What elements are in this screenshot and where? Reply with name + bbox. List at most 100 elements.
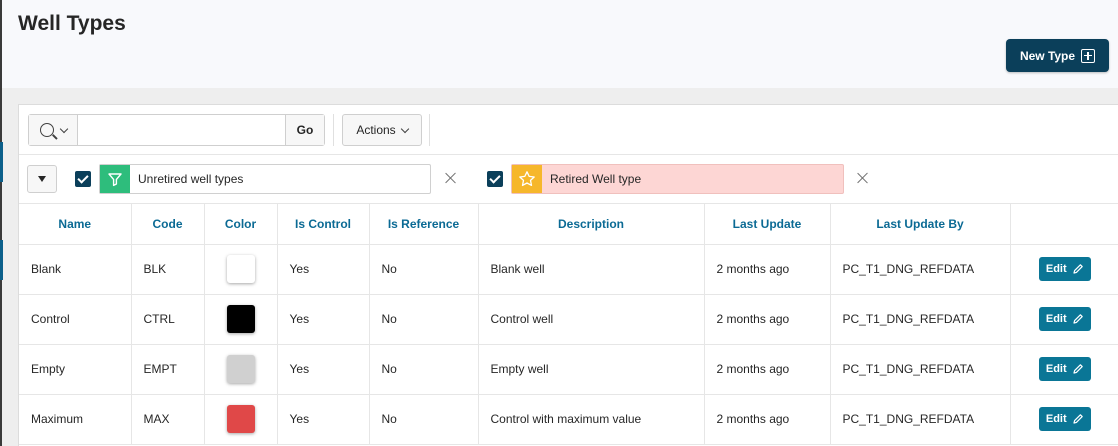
page-header: Well Types New Type (2, 0, 1118, 88)
cell-actions: Edit (1010, 244, 1118, 295)
cell-name: Control (19, 294, 132, 345)
collapse-filters-button[interactable] (27, 165, 57, 193)
close-icon[interactable] (444, 171, 458, 185)
search-column-selector[interactable] (29, 115, 78, 145)
column-header-description[interactable]: Description (478, 204, 705, 245)
cell-is-control: Yes (277, 244, 370, 295)
cell-color (204, 394, 278, 445)
column-header-last-update-by[interactable]: Last Update By (830, 204, 1011, 245)
left-edge-marker (0, 142, 3, 182)
cell-description: Blank well (478, 244, 705, 295)
cell-last-update: 2 months ago (704, 394, 831, 445)
cell-last-update-by: PC_T1_DNG_REFDATA (830, 244, 1011, 295)
report-toolbar: Go Actions (19, 105, 1118, 155)
search-group: Go (28, 114, 325, 146)
page-title: Well Types (18, 12, 126, 35)
column-header-is-control[interactable]: Is Control (277, 204, 370, 245)
left-edge-rule (0, 0, 2, 446)
edit-label: Edit (1045, 313, 1067, 325)
new-type-label: New Type (1019, 48, 1076, 63)
left-edge-marker (0, 240, 3, 280)
column-header-code[interactable]: Code (131, 204, 205, 245)
search-input[interactable] (78, 115, 285, 145)
actions-menu-button[interactable]: Actions (342, 114, 422, 146)
cell-is-control: Yes (277, 394, 370, 445)
cell-description: Empty well (478, 344, 705, 395)
cell-actions: Edit (1010, 294, 1118, 345)
cell-is-reference: No (369, 394, 479, 445)
column-header-color[interactable]: Color (204, 204, 278, 245)
search-icon (39, 123, 54, 137)
edit-button[interactable]: Edit (1038, 257, 1091, 281)
pencil-icon (1073, 414, 1083, 424)
cell-description: Control well (478, 294, 705, 345)
edit-button[interactable]: Edit (1038, 307, 1091, 331)
cell-color (204, 294, 278, 345)
column-header-actions (1010, 204, 1118, 245)
new-type-button[interactable]: New Type (1006, 39, 1109, 72)
cell-last-update-by: PC_T1_DNG_REFDATA (830, 394, 1011, 445)
cell-is-reference: No (369, 344, 479, 395)
color-swatch (226, 255, 255, 283)
cell-last-update-by: PC_T1_DNG_REFDATA (830, 344, 1011, 395)
close-icon[interactable] (856, 171, 870, 185)
edit-button[interactable]: Edit (1038, 407, 1091, 431)
cell-code: EMPT (131, 344, 205, 395)
table-row: Empty EMPT Yes No Empty well 2 months ag… (19, 344, 1118, 395)
column-header-last-update[interactable]: Last Update (704, 204, 831, 245)
cell-name: Blank (19, 244, 132, 295)
cell-is-control: Yes (277, 294, 370, 345)
cell-actions: Edit (1010, 394, 1118, 445)
color-swatch (226, 355, 255, 383)
pencil-icon (1073, 364, 1083, 374)
go-button[interactable]: Go (285, 115, 324, 145)
filter-label: Retired Well type (550, 172, 642, 186)
well-types-table: Name Code Color Is Control Is Reference … (19, 204, 1118, 445)
funnel-icon (100, 165, 130, 193)
cell-code: BLK (131, 244, 205, 295)
filter-checkbox-retired[interactable] (487, 171, 503, 187)
toolbar-divider (333, 114, 334, 146)
cell-is-reference: No (369, 244, 479, 295)
color-swatch (226, 305, 255, 333)
filter-checkbox-unretired[interactable] (75, 171, 91, 187)
cell-color (204, 244, 278, 295)
cell-name: Empty (19, 344, 132, 395)
cell-last-update: 2 months ago (704, 294, 831, 345)
cell-color (204, 344, 278, 395)
pencil-icon (1073, 314, 1083, 324)
edit-button[interactable]: Edit (1038, 357, 1091, 381)
cell-description: Control with maximum value (478, 394, 705, 445)
edit-label: Edit (1045, 413, 1067, 425)
column-header-is-reference[interactable]: Is Reference (369, 204, 479, 245)
cell-name: Maximum (19, 394, 132, 445)
cell-last-update-by: PC_T1_DNG_REFDATA (830, 294, 1011, 345)
chevron-down-icon (59, 124, 68, 133)
cell-actions: Edit (1010, 344, 1118, 395)
plus-square-icon (1081, 48, 1096, 63)
caret-down-icon (38, 176, 46, 182)
filter-label: Unretired well types (138, 172, 244, 186)
cell-is-reference: No (369, 294, 479, 345)
cell-is-control: Yes (277, 344, 370, 395)
edit-label: Edit (1045, 263, 1067, 275)
edit-label: Edit (1045, 363, 1067, 375)
color-swatch (226, 405, 255, 433)
filter-bar: Unretired well types Retired Well type (19, 155, 1118, 204)
star-icon (512, 165, 542, 193)
cell-code: MAX (131, 394, 205, 445)
cell-code: CTRL (131, 294, 205, 345)
cell-last-update: 2 months ago (704, 344, 831, 395)
column-header-name[interactable]: Name (19, 204, 132, 245)
cell-last-update: 2 months ago (704, 244, 831, 295)
filter-retired-well-type[interactable]: Retired Well type (511, 164, 844, 194)
table-header-row: Name Code Color Is Control Is Reference … (19, 204, 1118, 245)
table-row: Maximum MAX Yes No Control with maximum … (19, 394, 1118, 445)
filter-unretired-well-types[interactable]: Unretired well types (99, 164, 431, 194)
interactive-report: Go Actions Unretired well types Retired … (18, 104, 1118, 446)
pencil-icon (1073, 264, 1083, 274)
toolbar-divider (429, 114, 430, 146)
table-row: Blank BLK Yes No Blank well 2 months ago… (19, 244, 1118, 295)
chevron-down-icon (400, 124, 409, 133)
table-row: Control CTRL Yes No Control well 2 month… (19, 294, 1118, 345)
